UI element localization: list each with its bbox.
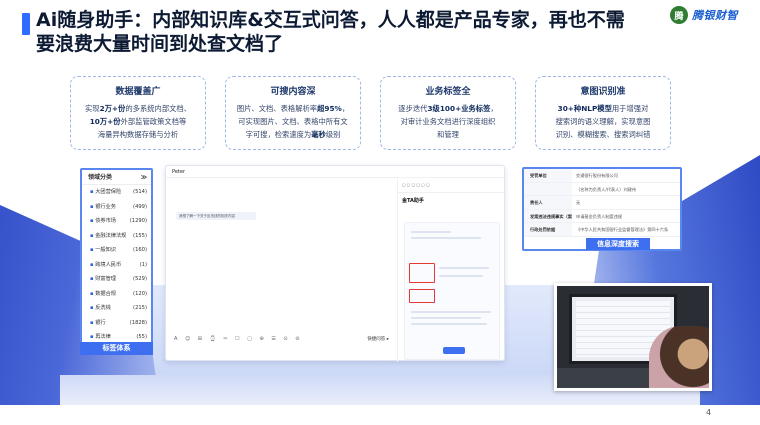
assistant-answer-card: [404, 222, 500, 360]
quick-reply-button[interactable]: 快捷问答 ▸: [367, 336, 389, 342]
card-highlight: 超95%: [317, 104, 342, 113]
card-body: 逐步迭代3级100+业务标签， 对审计业务文档进行深度组织 和管理: [387, 102, 509, 141]
category-item[interactable]: ▪ 数据合规 (120): [82, 287, 151, 302]
text-line: [439, 275, 483, 277]
card-highlight: 30+种NLP模型: [557, 104, 612, 113]
category-item[interactable]: ▪ 大团营保险 (514): [82, 185, 151, 200]
domain-category-panel: 领域分类 ≫ ▪ 大团营保险 (514) ▪ 银行业务 (499) ▪ 债券市场 (12…: [80, 168, 153, 353]
assistant-title: 金TA助手: [402, 198, 424, 204]
card-text: 可实现图片、文档、表格中所有文: [238, 117, 348, 126]
text-line: [411, 323, 487, 325]
info-row: 行政处罚依据 《中华人民共和国银行业监督管理法》第四十六条: [524, 223, 680, 237]
tag-system-label: 标签体系: [80, 342, 153, 355]
category-item[interactable]: ▪ 跨境人民币 (1): [82, 258, 151, 273]
card-highlight: 2万+份: [99, 104, 126, 113]
deep-search-label: 信息深度搜索: [586, 238, 650, 250]
card-text: 字可搜，检索速度为: [245, 130, 312, 139]
person-image: [649, 326, 709, 388]
collapse-icon[interactable]: ≫: [141, 170, 147, 184]
card-title: 业务标签全: [425, 87, 471, 97]
card-body: 实现2万+份的多系统内部文档、 10万+份外部监管政策文档等 海量异构数据存储与…: [77, 102, 199, 141]
card-text: 实现: [84, 104, 100, 113]
logo-mark-icon: 腾: [670, 6, 688, 24]
chat-header: Peter: [166, 166, 504, 178]
assistant-pane: ▢ ▢ ▢ ▢ ▢ ▢ 金TA助手: [398, 178, 506, 362]
submit-button[interactable]: [443, 347, 465, 354]
feature-card-coverage: 数据覆盖广 实现2万+份的多系统内部文档、 10万+份外部监管政策文档等 海量异…: [70, 76, 206, 150]
logo-text: 腾银财智: [692, 9, 738, 22]
info-row: 责任人无: [524, 196, 680, 210]
user-message-bubble: 我想了解一下关于反洗钱的相关内容: [176, 212, 256, 220]
panel-header: 领域分类 ≫: [82, 170, 151, 185]
company-logo: 腾 腾银财智: [670, 6, 738, 24]
category-item[interactable]: ▪ 银行业务 (499): [82, 200, 151, 215]
card-text: 用于增强对: [611, 104, 649, 113]
card-text: 的多系统内部文档、: [125, 104, 192, 113]
text-line: [411, 237, 481, 239]
card-body: 30+种NLP模型用于增强对 搜索词的语义理解，实现意图 识别、模糊搜索、搜索词…: [542, 102, 664, 141]
card-highlight: 毫秒: [311, 130, 326, 139]
card-text: 逐步迭代: [398, 104, 428, 113]
card-text: 图片、文档、表格解析率: [236, 104, 318, 113]
slide: Ai随身助手：内部知识库&交互式问答，人人都是产品专家，再也不需要浪费大量时间到…: [0, 0, 760, 425]
chat-app-window: Peter 我想了解一下关于反洗钱的相关内容 A ☺ ⊞ ⌚ ✂ ☐ ▢ ⊕ ☰…: [165, 165, 506, 362]
info-row: （名称为负责人/代表人）刘建伟: [524, 182, 680, 196]
text-line: [411, 311, 491, 313]
info-row: 受罚单位 交通银行股份有限公司: [524, 169, 680, 183]
card-highlight: 3级100+业务标签: [427, 104, 491, 113]
office-photo: [554, 283, 712, 391]
category-item[interactable]: ▪ 银行 (1828): [82, 316, 151, 331]
category-item[interactable]: ▪ 财富管理 (529): [82, 272, 151, 287]
card-text: 识别、模糊搜索、搜索词纠错: [555, 130, 651, 139]
highlight-box: [409, 263, 435, 283]
feature-card-depth: 可搜内容深 图片、文档、表格解析率超95%， 可实现图片、文档、表格中所有文 字…: [225, 76, 361, 150]
category-item[interactable]: ▪ 一般知识 (160): [82, 243, 151, 258]
text-line: [411, 317, 481, 319]
feature-card-tags: 业务标签全 逐步迭代3级100+业务标签， 对审计业务文档进行深度组织 和管理: [380, 76, 516, 150]
card-text: 搜索词的语义理解，实现意图: [555, 117, 651, 126]
card-title: 可搜内容深: [270, 87, 316, 97]
title-accent-bar: [22, 13, 30, 35]
text-line: [411, 231, 451, 233]
page-number: 4: [706, 408, 712, 417]
card-text: 外部监管政策文档等: [120, 117, 187, 126]
feature-card-intent: 意图识别准 30+种NLP模型用于增强对 搜索词的语义理解，实现意图 识别、模糊…: [535, 76, 671, 150]
card-title: 意图识别准: [580, 87, 626, 97]
card-text: 和管理: [437, 130, 459, 139]
info-row: 发案违法违规事实（案由）申请基金负责人制度违规: [524, 209, 680, 232]
card-text: 对审计业务文档进行深度组织: [400, 117, 496, 126]
chat-pane: 我想了解一下关于反洗钱的相关内容 A ☺ ⊞ ⌚ ✂ ☐ ▢ ⊕ ☰ ⊙ ⊘ 快…: [166, 178, 398, 362]
category-item[interactable]: ▪ 反洗钱 (215): [82, 301, 151, 316]
card-text: ，: [490, 104, 498, 113]
panel-header-label: 领域分类: [88, 174, 113, 181]
category-item[interactable]: ▪ 金融法律法规 (155): [82, 229, 151, 244]
text-line: [439, 267, 489, 269]
card-text: 级别: [325, 130, 341, 139]
chat-toolbar[interactable]: A ☺ ⊞ ⌚ ✂ ☐ ▢ ⊕ ☰ ⊙ ⊘: [174, 336, 389, 344]
slide-title: Ai随身助手：内部知识库&交互式问答，人人都是产品专家，再也不需要浪费大量时间到…: [36, 9, 625, 55]
card-text: 海量异构数据存储与分析: [97, 130, 179, 139]
highlight-box: [409, 289, 435, 303]
assistant-tabs[interactable]: ▢ ▢ ▢ ▢ ▢ ▢: [398, 178, 506, 193]
card-body: 图片、文档、表格解析率超95%， 可实现图片、文档、表格中所有文 字可搜，检索速…: [232, 102, 354, 141]
card-text: ，: [341, 104, 350, 113]
category-item[interactable]: ▪ 债券市场 (1290): [82, 214, 151, 229]
user-name: Peter: [172, 169, 186, 175]
card-title: 数据覆盖广: [115, 87, 161, 97]
card-highlight: 10万+份: [89, 117, 121, 126]
